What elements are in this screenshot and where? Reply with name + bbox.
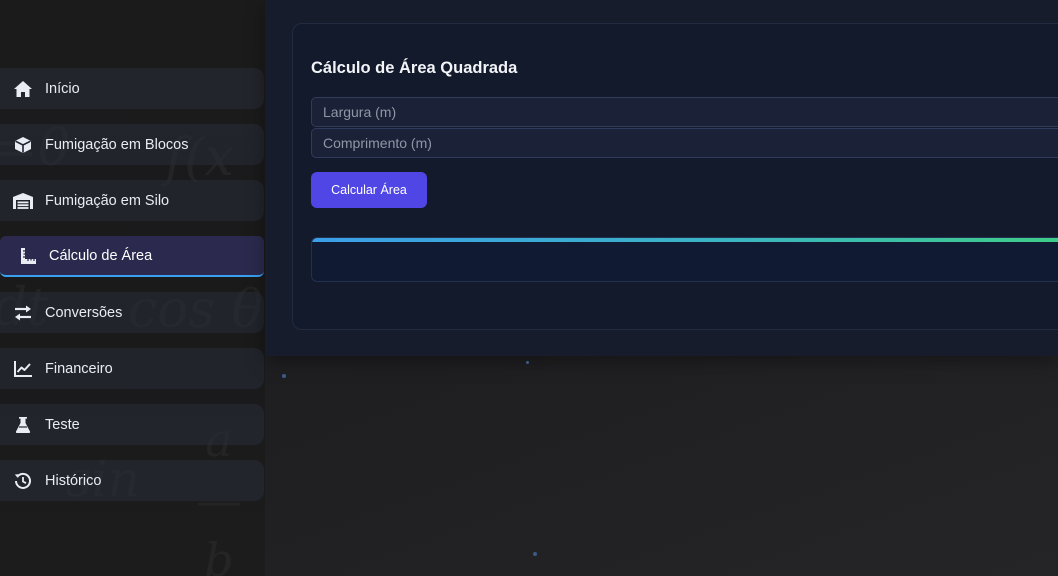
card-title: Cálculo de Área Quadrada <box>311 59 518 77</box>
sidebar-item-label: Histórico <box>45 472 102 489</box>
ruler-icon <box>17 245 39 267</box>
sidebar-item-financeiro[interactable]: Financeiro <box>0 348 264 389</box>
particle-dot <box>533 552 537 556</box>
sidebar-item-fumigacao-blocos[interactable]: Fumigação em Blocos <box>0 124 264 165</box>
length-input[interactable] <box>311 128 1058 158</box>
cube-icon <box>12 134 34 156</box>
sidebar-item-historico[interactable]: Histórico <box>0 460 264 501</box>
sidebar: =0 f(x dt cos θ sin a—b Início Fumigação… <box>0 0 265 576</box>
warehouse-icon <box>12 190 34 212</box>
line-chart-icon <box>12 358 34 380</box>
sidebar-item-label: Conversões <box>45 304 123 321</box>
sidebar-item-label: Início <box>45 80 80 97</box>
sidebar-item-conversoes[interactable]: Conversões <box>0 292 264 333</box>
result-box <box>311 237 1058 282</box>
area-calculator-card: Cálculo de Área Quadrada Calcular Área <box>292 23 1058 330</box>
history-icon <box>12 470 34 492</box>
sidebar-item-label: Cálculo de Área <box>49 247 153 264</box>
sidebar-item-inicio[interactable]: Início <box>0 68 264 109</box>
exchange-arrows-icon <box>12 302 34 324</box>
calculate-area-button[interactable]: Calcular Área <box>311 172 427 208</box>
particle-dot <box>526 361 529 364</box>
particle-dot <box>282 374 286 378</box>
home-icon <box>12 78 34 100</box>
sidebar-item-fumigacao-silo[interactable]: Fumigação em Silo <box>0 180 264 221</box>
sidebar-item-teste[interactable]: Teste <box>0 404 264 445</box>
width-input[interactable] <box>311 97 1058 127</box>
sidebar-item-label: Fumigação em Blocos <box>45 136 189 153</box>
sidebar-item-label: Financeiro <box>45 360 113 377</box>
flask-icon <box>12 414 34 436</box>
main-panel: Cálculo de Área Quadrada Calcular Área <box>265 0 1058 356</box>
sidebar-item-calculo-area[interactable]: Cálculo de Área <box>0 236 264 277</box>
sidebar-item-label: Teste <box>45 416 80 433</box>
result-accent-bar <box>312 238 1058 242</box>
sidebar-item-label: Fumigação em Silo <box>45 192 170 209</box>
app-root: =0 f(x dt cos θ sin a—b Início Fumigação… <box>0 0 1058 576</box>
